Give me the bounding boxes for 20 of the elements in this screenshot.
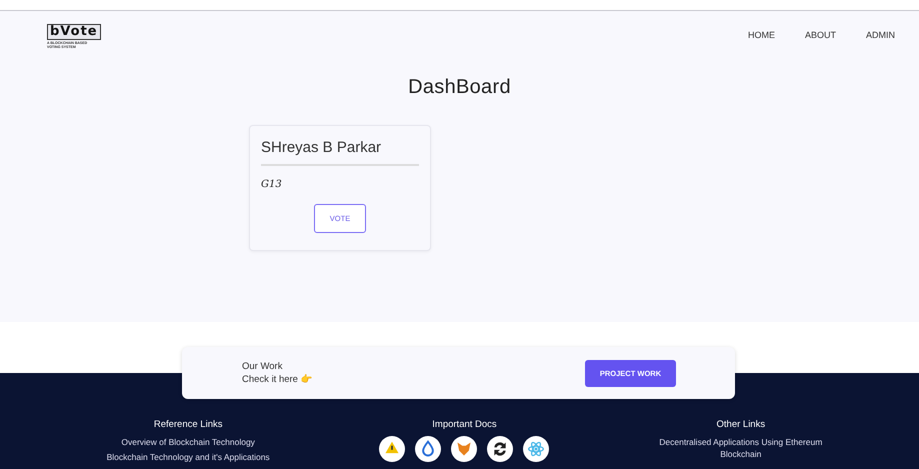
footer-heading: Other Links [716, 419, 766, 430]
fox-icon[interactable] [451, 436, 478, 462]
footer-link[interactable]: Overview of Blockchain Technology [121, 436, 255, 448]
footer-link[interactable]: Decentralised Applications Using Ethereum Blockchain [643, 436, 838, 460]
atom-icon[interactable] [523, 436, 550, 462]
sync-icon[interactable] [487, 436, 514, 462]
page-heading: DashBoard [407, 76, 512, 99]
drop-icon[interactable] [415, 436, 442, 462]
logo-title: bVote [47, 24, 101, 40]
promo-text: Check it here 👉 [242, 373, 313, 386]
nav-link[interactable]: ABOUT [804, 30, 836, 40]
footer-link[interactable]: Blockchain Technology and it's Applications [106, 451, 270, 463]
footer-heading: Important Docs [432, 419, 497, 430]
candidate-name: SHreyas B Parkar [261, 139, 419, 166]
promo-title: Our Work [242, 360, 284, 373]
nav-link[interactable]: ADMIN [866, 30, 895, 40]
footer-heading: Reference Links [154, 419, 222, 430]
warning-icon[interactable] [379, 436, 406, 462]
nav-link[interactable]: HOME [748, 30, 775, 40]
candidate-code: G13 [261, 179, 283, 190]
